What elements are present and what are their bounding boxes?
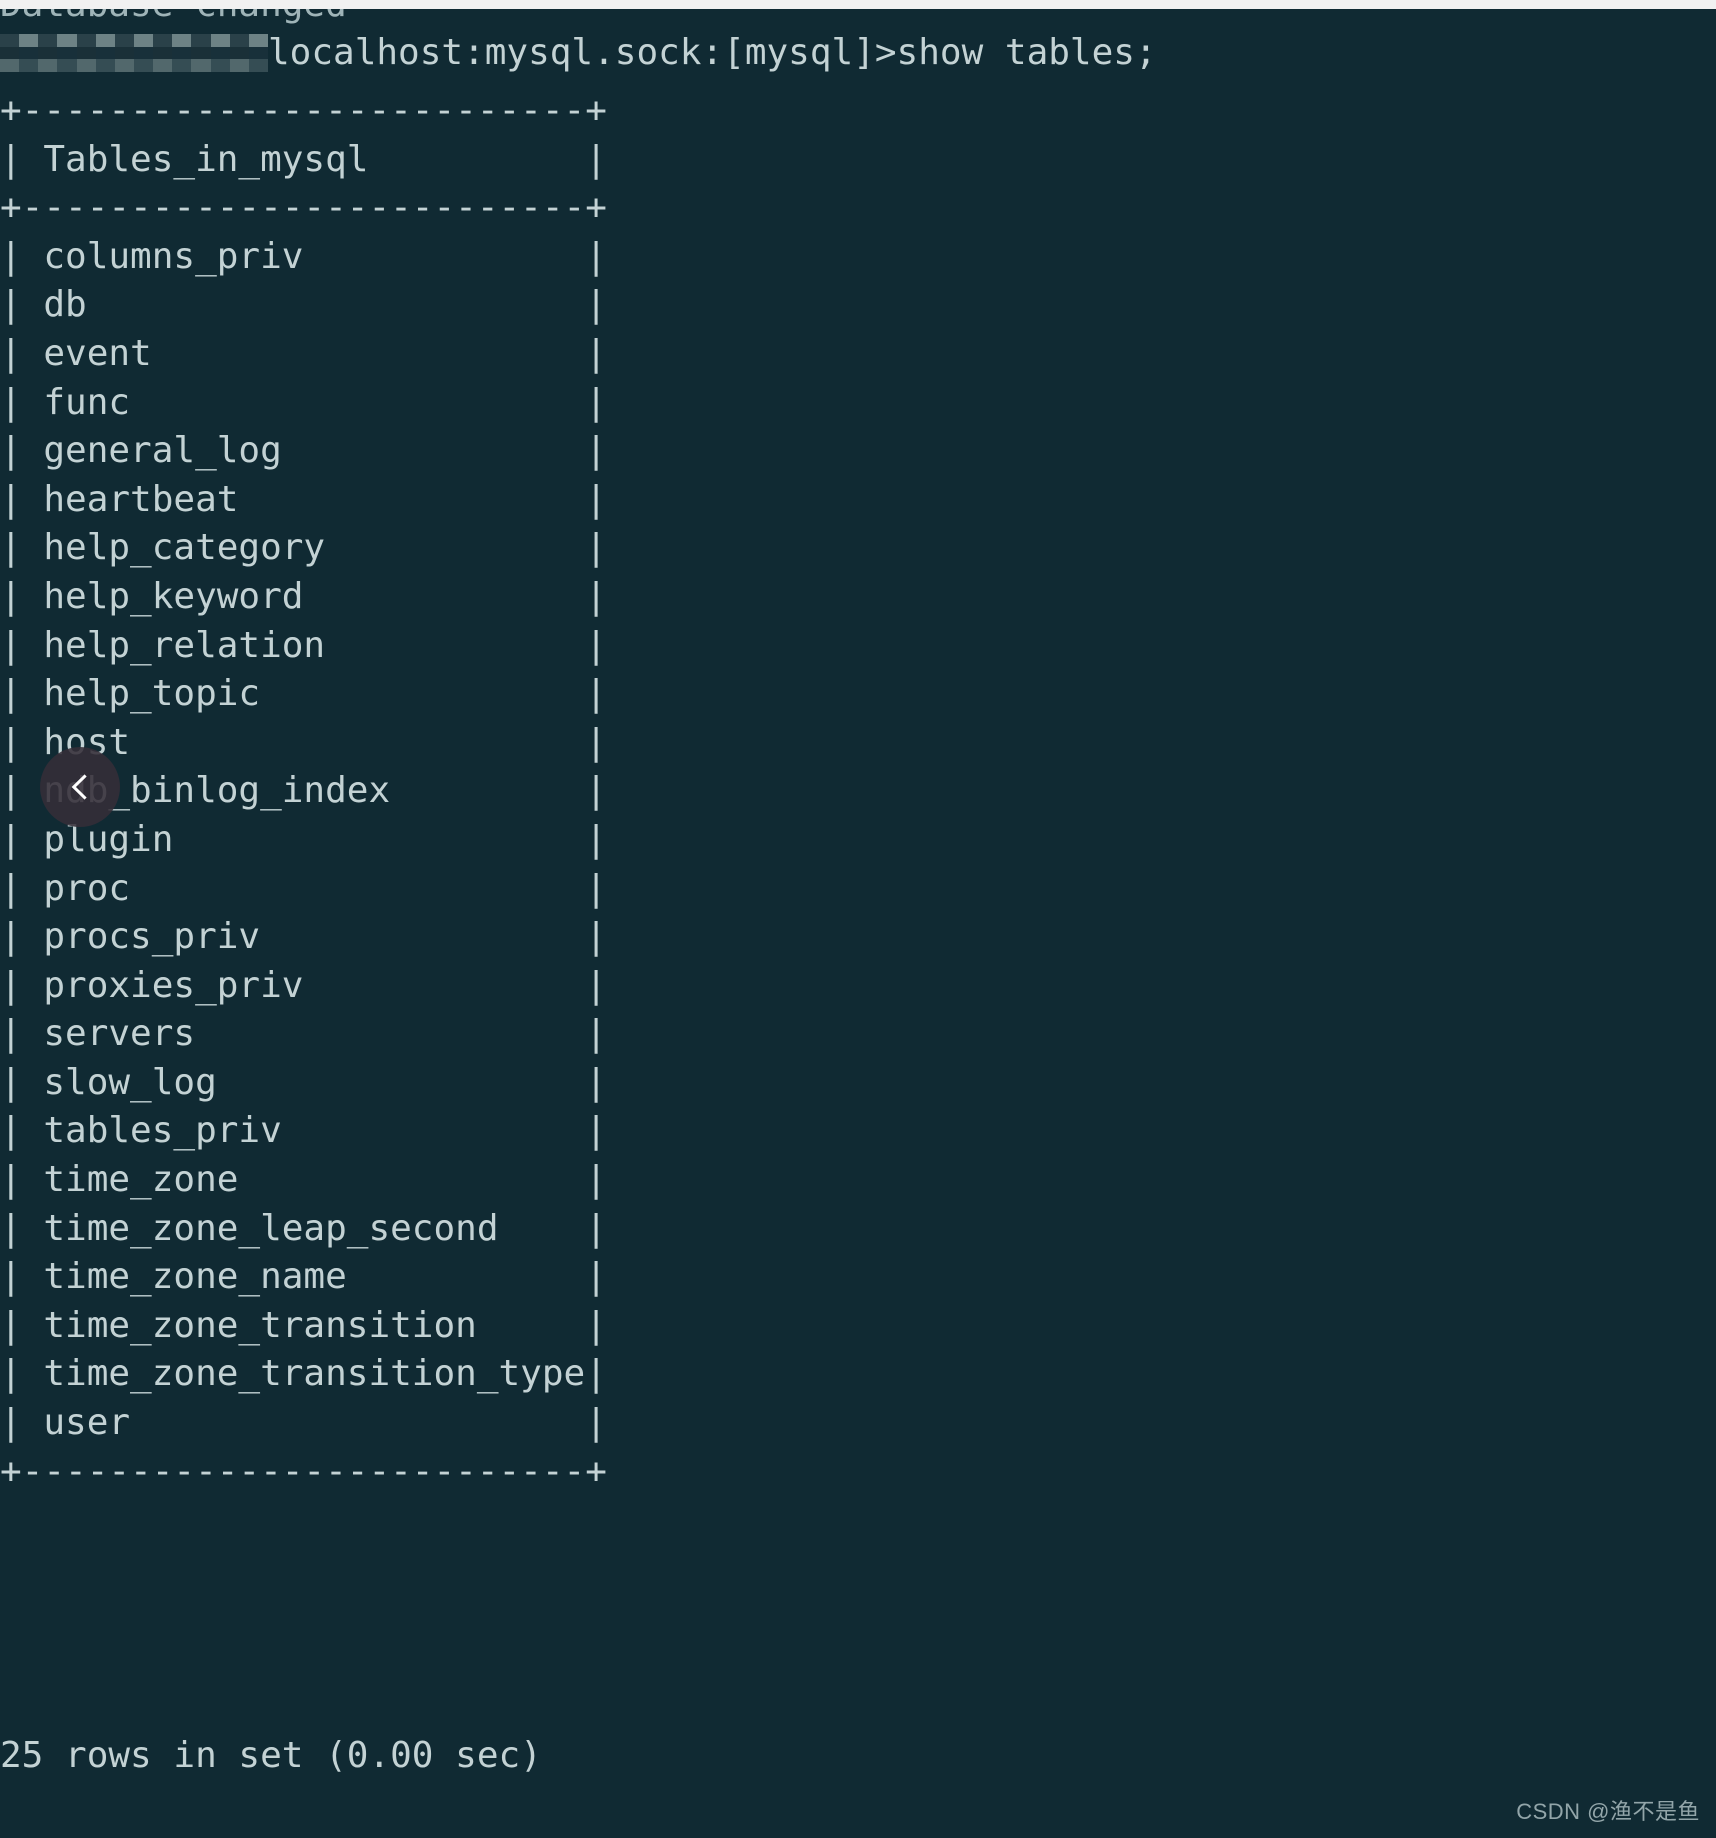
redacted-user-host-mosaic <box>0 34 268 72</box>
table-row: | help_category | <box>0 527 607 569</box>
table-row: | func | <box>0 381 607 423</box>
table-border-bottom: +--------------------------+ <box>0 1450 607 1492</box>
table-row: | columns_priv | <box>0 235 607 277</box>
table-row: | general_log | <box>0 430 607 472</box>
table-row: | heartbeat | <box>0 478 607 520</box>
table-column-header: | Tables_in_mysql | <box>0 138 607 180</box>
table-row: | user | <box>0 1402 607 1444</box>
terminal-output-area[interactable]: Database changed localhost:mysql.sock:[m… <box>0 9 1716 1838</box>
table-row: | time_zone_leap_second | <box>0 1207 607 1249</box>
table-row: | event | <box>0 332 607 374</box>
chevron-left-icon <box>71 774 87 800</box>
table-row: | help_keyword | <box>0 575 607 617</box>
table-row: | slow_log | <box>0 1061 607 1103</box>
table-row: | time_zone_transition | <box>0 1304 607 1346</box>
table-row: | help_relation | <box>0 624 607 666</box>
table-row: | db | <box>0 284 607 326</box>
table-row: | tables_priv | <box>0 1110 607 1152</box>
table-row: | time_zone_transition_type| <box>0 1353 607 1395</box>
table-border-header: +--------------------------+ <box>0 187 607 229</box>
table-row: | servers | <box>0 1013 607 1055</box>
table-row: | time_zone | <box>0 1159 607 1201</box>
table-row: | time_zone_name | <box>0 1256 607 1298</box>
prompt-command-text: localhost:mysql.sock:[mysql]>show tables… <box>268 32 1157 73</box>
top-edge-strip <box>0 0 1716 9</box>
shell-prompt-line: localhost:mysql.sock:[mysql]>show tables… <box>0 29 1157 78</box>
rows-in-set-status: 25 rows in set (0.00 sec) <box>0 1735 542 1776</box>
table-row: | procs_priv | <box>0 916 607 958</box>
table-row: | proc | <box>0 867 607 909</box>
table-row: | proxies_priv | <box>0 964 607 1006</box>
clipped-database-changed-line: Database changed <box>0 9 347 30</box>
csdn-watermark: CSDN @渔不是鱼 <box>1516 1799 1700 1824</box>
table-border-top: +--------------------------+ <box>0 90 607 131</box>
back-button[interactable] <box>40 747 120 827</box>
table-row: | help_topic | <box>0 673 607 715</box>
